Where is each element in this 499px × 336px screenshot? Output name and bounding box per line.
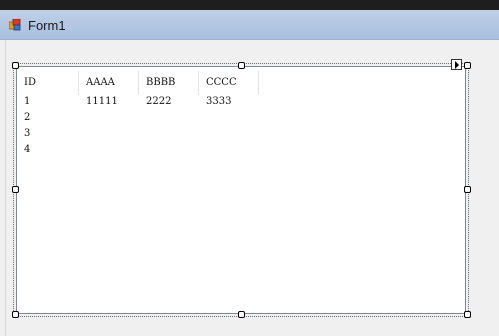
column-header-bbbb[interactable]: BBBB (139, 71, 199, 95)
list-view[interactable]: ID AAAA BBBB CCCC 1 11111 2222 3333 2 3 … (16, 66, 466, 314)
resize-handle-left[interactable] (12, 186, 19, 193)
smart-tag-button[interactable] (451, 59, 462, 70)
top-dark-strip (0, 0, 499, 10)
column-header-aaaa[interactable]: AAAA (79, 71, 139, 95)
cell-id: 2 (24, 112, 31, 123)
cell-cccc: 3333 (206, 96, 232, 107)
resize-handle-bottom-left[interactable] (12, 311, 19, 318)
cell-id: 4 (24, 144, 31, 155)
resize-handle-bottom-right[interactable] (464, 311, 471, 318)
cell-id: 1 (24, 96, 31, 107)
resize-handle-top-right[interactable] (464, 62, 471, 69)
cell-id: 3 (24, 128, 31, 139)
form-icon (9, 19, 21, 31)
cell-aaaa: 11111 (86, 96, 118, 107)
resize-handle-right[interactable] (464, 186, 471, 193)
column-header-cccc[interactable]: CCCC (199, 71, 259, 95)
resize-handle-top-left[interactable] (12, 62, 19, 69)
resize-handle-bottom[interactable] (238, 311, 245, 318)
window-title: Form1 (28, 18, 66, 33)
play-arrow-icon (455, 61, 459, 69)
cell-bbbb: 2222 (146, 96, 172, 107)
column-header-id[interactable]: ID (17, 71, 79, 95)
window-titlebar[interactable]: Form1 (0, 10, 499, 40)
resize-handle-top[interactable] (238, 62, 245, 69)
